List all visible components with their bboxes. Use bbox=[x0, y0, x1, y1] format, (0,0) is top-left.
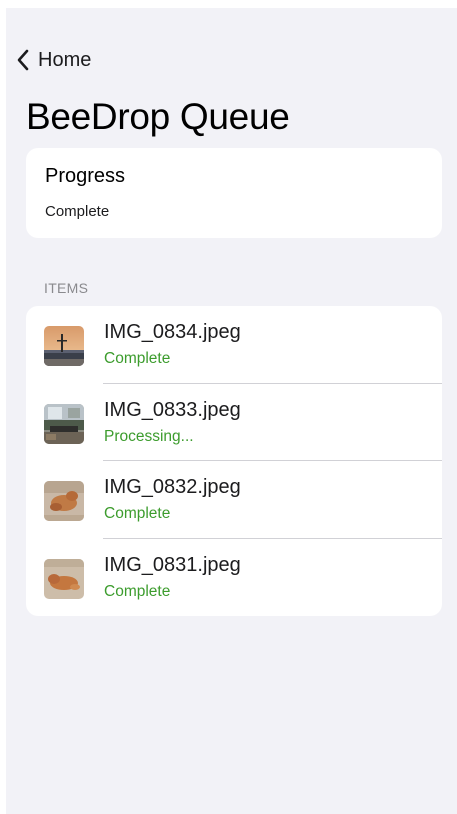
chevron-left-icon bbox=[17, 49, 29, 71]
item-status: Complete bbox=[104, 350, 171, 367]
item-thumbnail bbox=[44, 326, 84, 366]
screen: Home BeeDrop Queue Progress Complete ITE… bbox=[6, 8, 457, 814]
list-item[interactable]: IMG_0833.jpeg Processing... bbox=[26, 384, 442, 461]
progress-card: Progress Complete bbox=[26, 148, 442, 238]
list-item[interactable]: IMG_0834.jpeg Complete bbox=[26, 306, 442, 384]
list-item[interactable]: IMG_0831.jpeg Complete bbox=[26, 539, 442, 617]
page-title: BeeDrop Queue bbox=[26, 96, 290, 137]
list-item[interactable]: IMG_0832.jpeg Complete bbox=[26, 461, 442, 539]
back-button[interactable]: Home bbox=[16, 46, 91, 74]
item-thumbnail bbox=[44, 481, 84, 521]
items-section-header: ITEMS bbox=[44, 280, 89, 296]
back-button-label: Home bbox=[38, 48, 92, 71]
item-thumbnail bbox=[44, 558, 84, 599]
item-status: Processing... bbox=[104, 427, 194, 445]
item-status: Complete bbox=[104, 505, 171, 522]
progress-status: Complete bbox=[45, 203, 110, 220]
item-name: IMG_0832.jpeg bbox=[104, 476, 241, 498]
progress-title: Progress bbox=[45, 165, 126, 187]
items-list: IMG_0834.jpeg Complete IMG_0833.jpeg Pro… bbox=[26, 306, 442, 616]
item-name: IMG_0834.jpeg bbox=[104, 321, 241, 343]
item-thumbnail bbox=[44, 403, 84, 444]
item-name: IMG_0831.jpeg bbox=[104, 553, 241, 576]
item-status: Complete bbox=[104, 582, 171, 600]
item-name: IMG_0833.jpeg bbox=[104, 398, 241, 421]
